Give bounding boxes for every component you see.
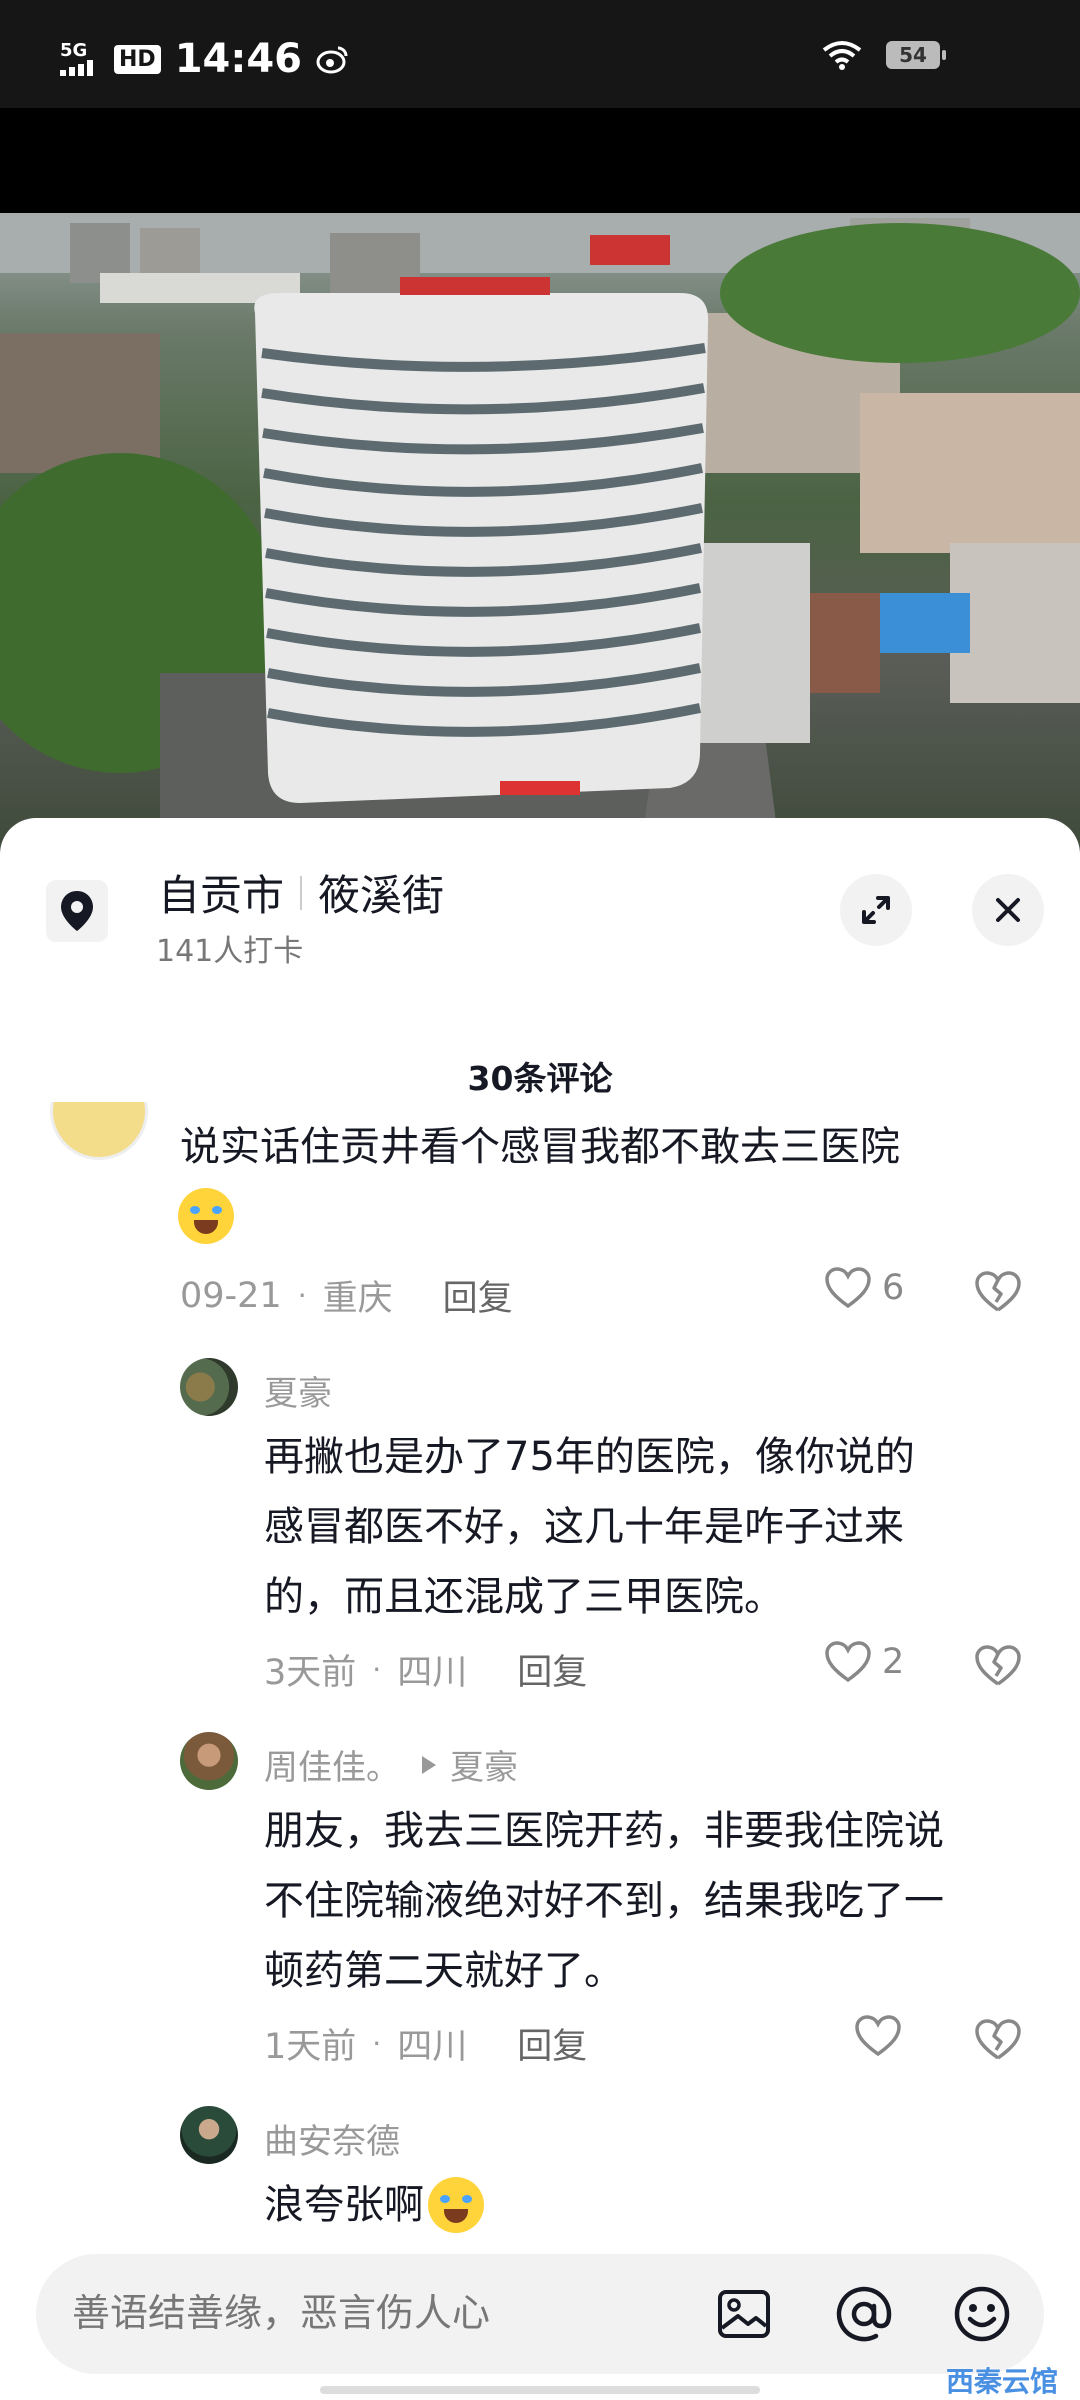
location-divider — [300, 875, 303, 910]
weibo-icon — [316, 46, 348, 74]
location-title[interactable]: 自贡市 筱溪街 — [158, 862, 444, 923]
comment-date: 09-21 — [180, 1275, 282, 1316]
reply-button[interactable]: 回复 — [517, 2018, 587, 2069]
expand-button[interactable] — [840, 874, 912, 946]
battery-indicator: 54 — [886, 41, 946, 69]
heart-icon — [825, 1641, 871, 1683]
comment-region: 四川 — [397, 1653, 468, 1693]
comment-text[interactable]: 说实话住贡井看个感冒我都不敢去三医院 — [180, 1112, 900, 1182]
comment-meta: 09-21 · 重庆 回复 — [180, 1270, 513, 1321]
comment-input-bar — [36, 2254, 1044, 2374]
checkin-count: 141人打卡 — [156, 934, 304, 969]
heart-icon — [825, 1267, 871, 1309]
reply-text[interactable]: 浪夸张啊 — [264, 2170, 484, 2240]
reply-button[interactable]: 回复 — [443, 1270, 513, 1321]
location-city: 自贡市 — [158, 871, 285, 920]
mention-button[interactable] — [832, 2282, 896, 2346]
comment-meta: 1天前 · 四川 回复 — [264, 2018, 587, 2069]
wifi-icon — [822, 41, 862, 70]
broken-heart-icon — [975, 1645, 1021, 1686]
comment-region: 四川 — [397, 2027, 468, 2067]
comment-region: 重庆 — [322, 1279, 393, 1319]
crying-laughing-emoji-icon — [428, 2177, 484, 2233]
avatar[interactable] — [180, 1358, 238, 1416]
crying-emoji-icon — [178, 1188, 234, 1244]
broken-heart-icon — [975, 1271, 1021, 1312]
video-frame-hospital-aerial[interactable] — [0, 213, 1080, 853]
comment-date: 3天前 — [264, 1653, 357, 1693]
video-top-band — [0, 108, 1080, 213]
reply-arrow-icon — [422, 1755, 436, 1774]
heart-icon — [855, 2015, 901, 2057]
at-sign-icon — [836, 2286, 892, 2342]
network-indicator: 5G — [60, 42, 100, 76]
reply-text[interactable]: 再撇也是办了75年的医院，像你说的 感冒都医不好，这几十年是咋子过来 的，而且还… — [264, 1422, 915, 1632]
image-button[interactable] — [712, 2282, 776, 2346]
avatar[interactable] — [180, 2106, 238, 2164]
reply-to-username: 夏豪 — [450, 1748, 518, 1788]
close-icon — [996, 898, 1020, 922]
hospital-aerial-image — [0, 213, 1080, 853]
dislike-button[interactable] — [974, 2018, 1022, 2066]
expand-icon — [862, 896, 890, 924]
location-street: 筱溪街 — [318, 871, 445, 920]
image-icon — [718, 2290, 770, 2338]
reply-text[interactable]: 朋友，我去三医院开药，非要我住院说 不住院输液绝对好不到，结果我吃了一 顿药第二… — [264, 1796, 944, 2006]
reply-button[interactable]: 回复 — [517, 1644, 587, 1695]
comment-date: 1天前 — [264, 2027, 357, 2067]
watermark: 西秦云馆 — [946, 2365, 1059, 2398]
comment-meta: 3天前 · 四川 回复 — [264, 1644, 587, 1695]
close-button[interactable] — [972, 874, 1044, 946]
clock: 14:46 — [174, 36, 303, 82]
avatar[interactable] — [180, 1732, 238, 1790]
like-button[interactable]: 6 — [824, 1266, 904, 1310]
network-type: 5G — [60, 40, 88, 61]
reply-username[interactable]: 周佳佳。 夏豪 — [264, 1740, 518, 1789]
like-button[interactable]: 2 — [824, 1640, 904, 1684]
like-count: 2 — [882, 1642, 905, 1682]
dislike-button[interactable] — [974, 1644, 1022, 1692]
hd-badge: HD — [114, 44, 161, 74]
emoji-button[interactable] — [950, 2282, 1014, 2346]
avatar[interactable] — [50, 1102, 148, 1162]
like-button[interactable] — [854, 2014, 902, 2058]
status-bar: 5G HD 14:46 54 — [0, 0, 1080, 108]
location-pin-button[interactable] — [46, 880, 108, 942]
like-count: 6 — [882, 1268, 905, 1308]
home-indicator[interactable] — [320, 2386, 760, 2394]
location-pin-icon — [61, 891, 93, 931]
reply-username[interactable]: 曲安奈德 — [264, 2114, 400, 2163]
comment-input[interactable] — [72, 2288, 632, 2338]
dislike-button[interactable] — [974, 1270, 1022, 1318]
signal-icon — [60, 60, 93, 76]
broken-heart-icon — [975, 2019, 1021, 2060]
reply-username[interactable]: 夏豪 — [264, 1366, 332, 1415]
smiley-icon — [954, 2286, 1010, 2342]
comments-count-title: 30条评论 — [467, 1059, 613, 1098]
